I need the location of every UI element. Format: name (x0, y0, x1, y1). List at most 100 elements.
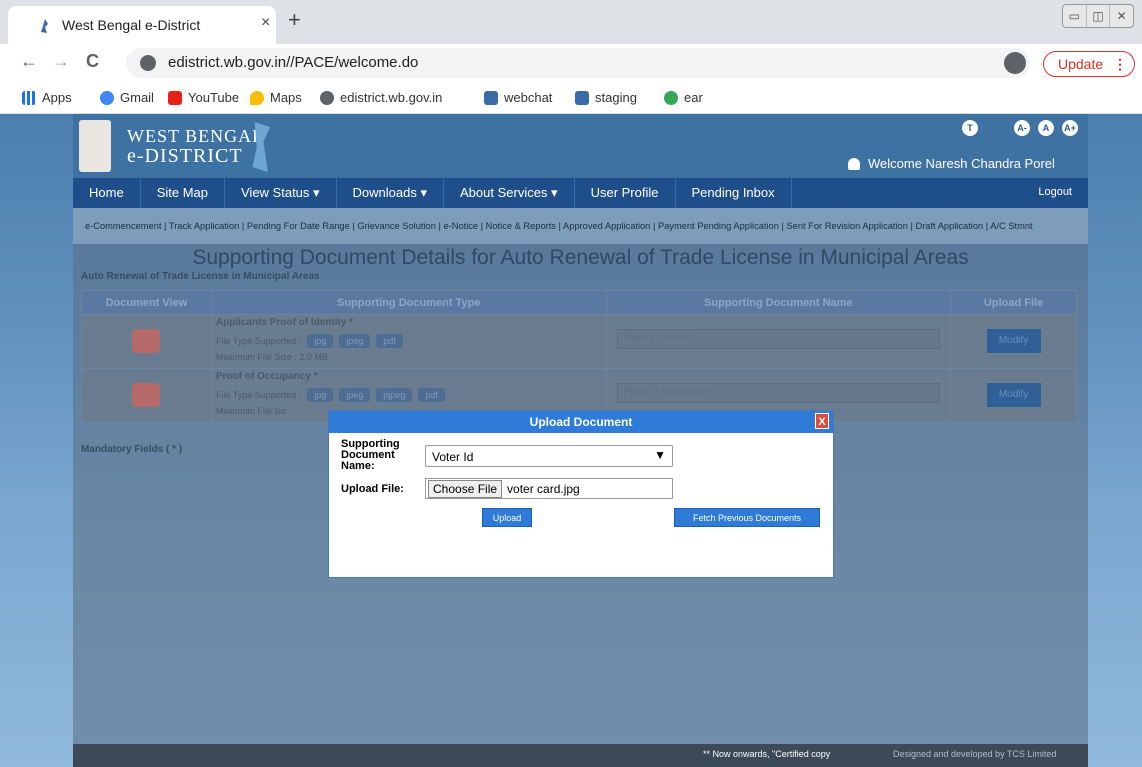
bookmark-gmail[interactable]: Gmail (100, 90, 154, 105)
nav-downloads[interactable]: Downloads ▾ (337, 178, 444, 208)
file-type-badge: pdf (418, 388, 445, 402)
file-type-badge: jpg (307, 388, 334, 402)
bookmark-staging[interactable]: staging (575, 90, 637, 105)
text-only-button[interactable]: T (962, 120, 978, 136)
tab-title: West Bengal e-District (62, 17, 201, 33)
file-type-badge: pjpeg (376, 388, 413, 402)
file-types: File Type Supported : jpg jpeg pjpeg pdf (212, 384, 606, 406)
text-size-controls: T A- A A+ (954, 120, 1078, 136)
brand-line-1: WEST BENGAL (127, 126, 265, 146)
file-type-badge: jpeg (339, 334, 371, 348)
document-name-dropdown[interactable]: Voter Id ▼ (425, 445, 673, 467)
max-file-size: Maximum File Size : 2.0 MB (215, 352, 328, 362)
nav-view-status[interactable]: View Status ▾ (225, 178, 337, 208)
webchat-favicon-icon (484, 90, 498, 105)
font-increase-button[interactable]: A+ (1062, 120, 1078, 136)
documents-table: Document View Supporting Document Type S… (81, 290, 1077, 423)
choose-file-button[interactable]: Choose File (428, 479, 503, 498)
reload-icon[interactable]: C (86, 51, 99, 72)
table-row: Applicants Proof of Identity * File Type… (81, 314, 1077, 369)
site-footer: ** Now onwards, "Certified copy Designed… (73, 744, 1088, 767)
document-type-cell: Applicants Proof of Identity * File Type… (210, 314, 607, 369)
google-icon (100, 90, 114, 105)
upload-file-label: Upload File: (341, 483, 404, 495)
ear-favicon-icon (664, 90, 678, 105)
browser-tabbar: West Bengal e-District × + ▭ ◫ ✕ (0, 0, 1142, 44)
address-bar[interactable]: edistrict.wb.gov.in//PACE/welcome.do (126, 48, 1030, 78)
upload-button[interactable]: Upload (482, 508, 532, 527)
bookmark-webchat[interactable]: webchat (484, 90, 552, 105)
font-normal-button[interactable]: A (1038, 120, 1054, 136)
table-header-row: Document View Supporting Document Type S… (81, 290, 1077, 315)
page-title: Supporting Document Details for Auto Ren… (192, 246, 969, 269)
bookmark-edistrict[interactable]: edistrict.wb.gov.in (320, 90, 442, 105)
dialog-close-button[interactable]: X (815, 413, 829, 429)
column-header: Supporting Document Name (605, 290, 952, 315)
document-name-select[interactable]: Proof of Occupancy (616, 383, 941, 403)
brand-line-2: e-DISTRICT (127, 145, 243, 167)
bookmarks-bar: Apps Gmail YouTube Maps edistrict.wb.gov… (0, 82, 1142, 114)
new-tab-button[interactable]: + (288, 9, 301, 31)
bookmark-ear[interactable]: ear (664, 90, 703, 105)
apps-grid-icon (22, 90, 36, 105)
chevron-down-icon: ▼ (654, 448, 666, 462)
file-type-badge: jpeg (339, 388, 371, 402)
document-name-value: Voter Id (432, 450, 474, 464)
dialog-title: Upload Document (529, 415, 633, 429)
user-icon (848, 158, 860, 170)
globe-icon (320, 90, 334, 105)
file-type-label: File Type Supported : (215, 336, 302, 346)
main-navbar: Home Site Map View Status ▾ Downloads ▾ … (73, 178, 1088, 208)
footer-notice: ** Now onwards, "Certified copy (703, 749, 831, 759)
file-type-badge: jpg (307, 334, 334, 348)
modify-button[interactable]: Modify (986, 329, 1041, 353)
sub-navigation-links[interactable]: e-Commencement | Track Application | Pen… (73, 208, 1088, 244)
font-decrease-button[interactable]: A- (1014, 120, 1030, 136)
tab-close-icon[interactable]: × (261, 14, 270, 32)
column-header: Supporting Document Type (210, 290, 607, 315)
fetch-previous-documents-button[interactable]: Fetch Previous Documents (674, 508, 820, 527)
nav-home[interactable]: Home (73, 178, 141, 208)
maps-pin-icon (250, 90, 264, 105)
footer-credit: Designed and developed by TCS Limited (893, 749, 1057, 759)
mandatory-note: Mandatory Fields ( * ) (81, 444, 183, 455)
upload-cell: Modify (950, 368, 1077, 423)
window-controls: ▭ ◫ ✕ (1062, 4, 1134, 28)
close-window-button[interactable]: ✕ (1110, 5, 1133, 27)
bookmark-youtube[interactable]: YouTube (168, 90, 239, 105)
bookmark-apps[interactable]: Apps (22, 90, 72, 105)
selected-file-name: voter card.jpg (507, 481, 580, 496)
document-view-cell (81, 368, 212, 423)
forward-arrow-icon[interactable]: → (52, 51, 70, 72)
camera-icon[interactable] (132, 383, 161, 407)
minimize-button[interactable]: ▭ (1063, 5, 1087, 27)
document-type-name: Proof of Occupancy * (215, 371, 318, 382)
file-input[interactable]: Choose File voter card.jpg (425, 478, 673, 499)
browser-tab[interactable]: West Bengal e-District × (8, 6, 276, 44)
nav-user-profile[interactable]: User Profile (575, 178, 676, 208)
site-info-icon[interactable] (140, 55, 156, 71)
section-subtitle: Auto Renewal of Trade License in Municip… (81, 271, 320, 282)
site-header: WEST BENGAL e-DISTRICT T A- A A+ Welcome… (73, 114, 1088, 178)
camera-icon[interactable] (132, 329, 161, 353)
bookmark-maps[interactable]: Maps (250, 90, 302, 105)
profile-avatar-icon[interactable] (1004, 52, 1026, 74)
document-name-cell: Driving Licence (605, 314, 952, 369)
restore-button[interactable]: ◫ (1087, 5, 1111, 27)
nav-pending-inbox[interactable]: Pending Inbox (676, 178, 792, 208)
url-text: edistrict.wb.gov.in//PACE/welcome.do (168, 54, 419, 71)
update-button[interactable]: Update ⋮ (1043, 51, 1135, 77)
nav-site-map[interactable]: Site Map (141, 178, 225, 208)
document-view-cell (81, 314, 212, 369)
upload-cell: Modify (950, 314, 1077, 369)
modify-button[interactable]: Modify (986, 383, 1041, 407)
staging-favicon-icon (575, 90, 589, 105)
site-favicon-icon (41, 19, 48, 33)
back-arrow-icon[interactable]: ← (20, 51, 38, 72)
youtube-icon (168, 90, 182, 105)
logout-link[interactable]: Logout (1038, 186, 1072, 198)
document-name-select[interactable]: Driving Licence (616, 329, 941, 349)
file-types: File Type Supported : jpg jpeg pdf (212, 330, 606, 352)
file-type-badge: pdf (376, 334, 403, 348)
nav-about-services[interactable]: About Services ▾ (444, 178, 575, 208)
